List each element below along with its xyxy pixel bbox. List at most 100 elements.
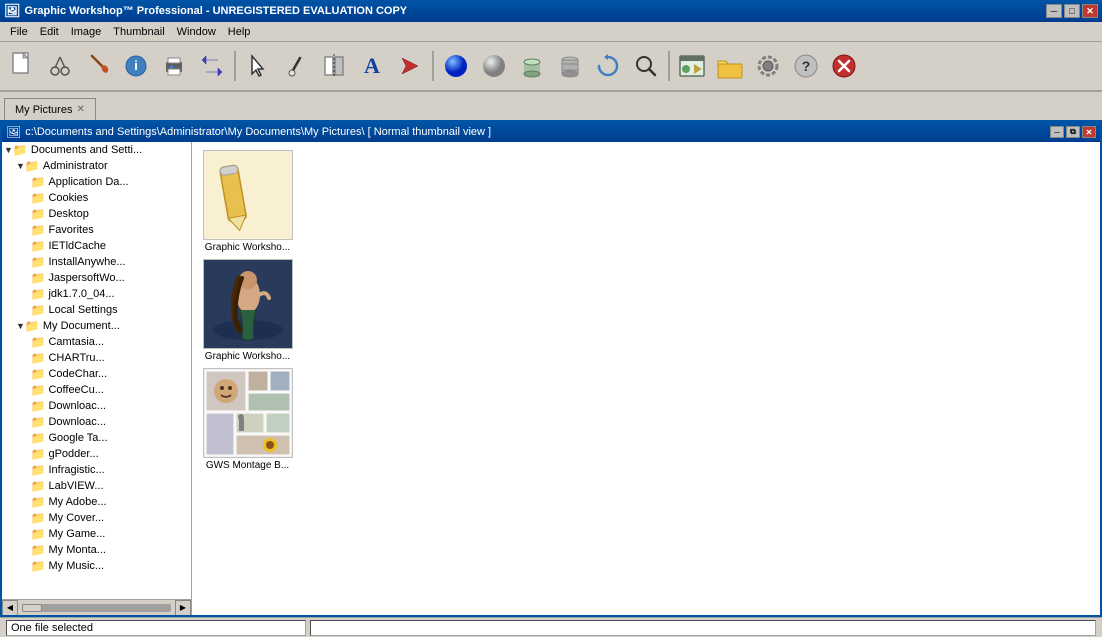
tree-item-coffeecu[interactable]: 📁 CoffeeCu... xyxy=(2,382,191,398)
tree-item-installany[interactable]: 📁 InstallAnywhe... xyxy=(2,254,191,270)
eyedropper-button[interactable] xyxy=(278,48,314,84)
inner-minimize-button[interactable]: ─ xyxy=(1050,126,1064,138)
scroll-right-button[interactable]: ▶ xyxy=(175,600,191,616)
menu-bar: File Edit Image Thumbnail Window Help xyxy=(0,22,1102,42)
thumbnail-2[interactable]: Graphic Worksho... xyxy=(200,259,295,362)
thumbnail-panel[interactable]: Graphic Worksho... xyxy=(192,142,1100,615)
tree-item-mymusic[interactable]: 📁 My Music... xyxy=(2,558,191,574)
tree-item-infragistic[interactable]: 📁 Infragistic... xyxy=(2,462,191,478)
tree-item-cookies[interactable]: 📁 Cookies xyxy=(2,190,191,206)
close-button[interactable]: ✕ xyxy=(1082,4,1098,18)
tree-label-jaspersoft: JaspersoftWo... xyxy=(48,272,124,284)
scroll-left-button[interactable]: ◀ xyxy=(2,600,18,616)
tree-item-mygames[interactable]: 📁 My Game... xyxy=(2,526,191,542)
tree-panel: ▼ 📁 Documents and Setti... ▼ 📁 Administr… xyxy=(2,142,192,615)
toolbar-close-button[interactable] xyxy=(826,48,862,84)
scroll-thumb[interactable] xyxy=(22,604,42,612)
scroll-track[interactable] xyxy=(22,604,171,612)
svg-text:i: i xyxy=(134,58,138,73)
menu-thumbnail[interactable]: Thumbnail xyxy=(107,25,170,39)
tree-item-jaspersoft[interactable]: 📁 JaspersoftWo... xyxy=(2,270,191,286)
paint-button[interactable] xyxy=(80,48,116,84)
tree-label-googletk: Google Ta... xyxy=(48,432,107,444)
folder-icon-jdk: 📁 xyxy=(31,287,46,301)
tree-item-mymontage[interactable]: 📁 My Monta... xyxy=(2,542,191,558)
folder-icon-favorites: 📁 xyxy=(31,223,46,237)
tree-item-camtasia[interactable]: 📁 Camtasia... xyxy=(2,334,191,350)
tree-item-desktop[interactable]: 📁 Desktop xyxy=(2,206,191,222)
tree-item-download1[interactable]: 📁 Downloac... xyxy=(2,398,191,414)
tree-label-download1: Downloac... xyxy=(48,400,105,412)
folder-icon-mymontage: 📁 xyxy=(31,543,46,557)
folder-icon-installany: 📁 xyxy=(31,255,46,269)
tree-item-codechar[interactable]: 📁 CodeChar... xyxy=(2,366,191,382)
tree-item-localsettings[interactable]: 📁 Local Settings xyxy=(2,302,191,318)
tree-item-administrator[interactable]: ▼ 📁 Administrator xyxy=(2,158,191,174)
folder-icon-mygames: 📁 xyxy=(31,527,46,541)
tree-item-myadobe[interactable]: 📁 My Adobe... xyxy=(2,494,191,510)
settings-button[interactable] xyxy=(750,48,786,84)
tree-item-charttru[interactable]: 📁 CHARTru... xyxy=(2,350,191,366)
inner-close-button[interactable]: ✕ xyxy=(1082,126,1096,138)
thumb-label-1: Graphic Worksho... xyxy=(205,242,290,253)
thumbnail-3[interactable]: GWS Montage B... xyxy=(200,368,295,471)
main-window: 🖼 c:\Documents and Settings\Administrato… xyxy=(0,120,1102,617)
info-button[interactable]: i xyxy=(118,48,154,84)
expand-administrator[interactable]: ▼ xyxy=(16,161,25,171)
minimize-button[interactable]: ─ xyxy=(1046,4,1062,18)
menu-image[interactable]: Image xyxy=(65,25,108,39)
thumb-img-3 xyxy=(203,368,293,458)
rotate-button[interactable] xyxy=(590,48,626,84)
tree-scroll[interactable]: ▼ 📁 Documents and Setti... ▼ 📁 Administr… xyxy=(2,142,191,599)
zoom-button[interactable] xyxy=(628,48,664,84)
menu-edit[interactable]: Edit xyxy=(34,25,65,39)
folder-button[interactable] xyxy=(712,48,748,84)
tab-close-button[interactable]: ✕ xyxy=(76,104,84,115)
tab-bar: My Pictures ✕ xyxy=(0,92,1102,120)
effects-button[interactable] xyxy=(392,48,428,84)
menu-help[interactable]: Help xyxy=(222,25,257,39)
tree-item-labview[interactable]: 📁 LabVIEW... xyxy=(2,478,191,494)
flip-button[interactable] xyxy=(316,48,352,84)
folder-icon-infragistic: 📁 xyxy=(31,463,46,477)
pointer-button[interactable] xyxy=(240,48,276,84)
tree-label-mymusic: My Music... xyxy=(48,560,104,572)
tree-label-codechar: CodeChar... xyxy=(48,368,107,380)
tree-label-jdk: jdk1.7.0_04... xyxy=(48,288,114,300)
inner-maximize-button[interactable]: ⧉ xyxy=(1066,126,1080,138)
preview-button[interactable] xyxy=(674,48,710,84)
tree-label-myadobe: My Adobe... xyxy=(48,496,106,508)
cut-button[interactable] xyxy=(42,48,78,84)
grey-ball-button[interactable] xyxy=(476,48,512,84)
folder-icon-localsettings: 📁 xyxy=(31,303,46,317)
tree-label-infragistic: Infragistic... xyxy=(48,464,104,476)
help-button[interactable]: ? xyxy=(788,48,824,84)
tree-item-mydocuments[interactable]: ▼ 📁 My Document... xyxy=(2,318,191,334)
tree-item-docs-settings[interactable]: ▼ 📁 Documents and Setti... xyxy=(2,142,191,158)
expand-mydocuments[interactable]: ▼ xyxy=(16,321,25,331)
expand-docs-settings[interactable]: ▼ xyxy=(4,145,13,155)
tree-horizontal-scrollbar[interactable]: ◀ ▶ xyxy=(2,599,191,615)
sep1 xyxy=(234,51,236,81)
print-button[interactable] xyxy=(156,48,192,84)
new-button[interactable] xyxy=(4,48,40,84)
tree-item-googletk[interactable]: 📁 Google Ta... xyxy=(2,430,191,446)
tree-item-favorites[interactable]: 📁 Favorites xyxy=(2,222,191,238)
tree-item-download2[interactable]: 📁 Downloac... xyxy=(2,414,191,430)
tree-item-gpodder[interactable]: 📁 gPodder... xyxy=(2,446,191,462)
tree-item-appdata[interactable]: 📁 Application Da... xyxy=(2,174,191,190)
my-pictures-tab[interactable]: My Pictures ✕ xyxy=(4,98,96,120)
text-button[interactable]: A xyxy=(354,48,390,84)
tree-item-jdk[interactable]: 📁 jdk1.7.0_04... xyxy=(2,286,191,302)
barrel-button[interactable] xyxy=(552,48,588,84)
menu-file[interactable]: File xyxy=(4,25,34,39)
tree-item-mycover[interactable]: 📁 My Cover... xyxy=(2,510,191,526)
blue-ball-button[interactable] xyxy=(438,48,474,84)
tree-item-ietchcache[interactable]: 📁 IETldCache xyxy=(2,238,191,254)
thumbnail-1[interactable]: Graphic Worksho... xyxy=(200,150,295,253)
convert-button[interactable] xyxy=(194,48,230,84)
thumb-img-2 xyxy=(203,259,293,349)
cylinder-button[interactable] xyxy=(514,48,550,84)
menu-window[interactable]: Window xyxy=(171,25,222,39)
maximize-button[interactable]: □ xyxy=(1064,4,1080,18)
